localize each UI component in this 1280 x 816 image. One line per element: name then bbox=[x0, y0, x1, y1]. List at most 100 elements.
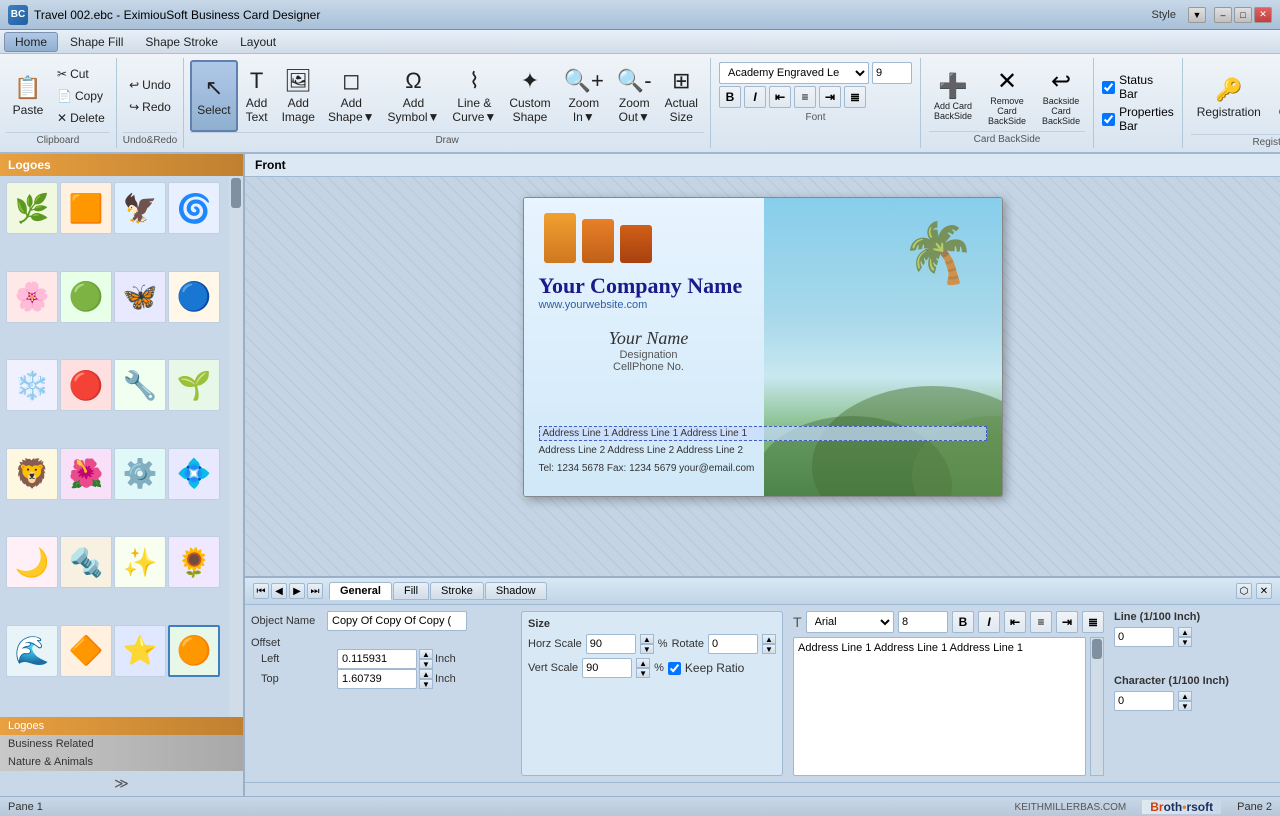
align-right-button[interactable]: ⇥ bbox=[819, 86, 841, 108]
char-up[interactable]: ▲ bbox=[1178, 691, 1192, 701]
tab-stroke[interactable]: Stroke bbox=[430, 582, 484, 600]
logo-item[interactable]: 🟠 bbox=[168, 625, 220, 677]
vert-scale-input[interactable] bbox=[582, 658, 632, 678]
panel-float-button[interactable]: ⬡ bbox=[1236, 583, 1252, 599]
rotate-down[interactable]: ▼ bbox=[762, 644, 776, 654]
top-down-arrow[interactable]: ▼ bbox=[419, 679, 433, 689]
line-up[interactable]: ▲ bbox=[1178, 627, 1192, 637]
keep-ratio-label[interactable]: Keep Ratio bbox=[668, 661, 744, 675]
line-input[interactable] bbox=[1114, 627, 1174, 647]
paste-button[interactable]: 📋 Paste bbox=[6, 60, 50, 132]
remove-card-backside-button[interactable]: ✕ Remove CardBackSide bbox=[983, 62, 1031, 131]
logo-item[interactable]: ⚙️ bbox=[114, 448, 166, 500]
text-size-input[interactable] bbox=[898, 611, 948, 633]
italic-button[interactable]: I bbox=[744, 86, 766, 108]
registration-button[interactable]: 🔑 Registration bbox=[1191, 62, 1267, 134]
add-card-backside-button[interactable]: ➕ Add CardBackSide bbox=[929, 67, 977, 126]
text-align-left-button[interactable]: ⇤ bbox=[1004, 611, 1026, 633]
logo-item[interactable]: 🔵 bbox=[168, 271, 220, 323]
tab-shadow[interactable]: Shadow bbox=[485, 582, 547, 600]
undo-button[interactable]: ↩ Undo bbox=[124, 75, 176, 95]
tab-general[interactable]: General bbox=[329, 582, 392, 600]
logo-item[interactable]: 🌱 bbox=[168, 359, 220, 411]
horz-scale-input[interactable] bbox=[586, 634, 636, 654]
horz-scale-up[interactable]: ▲ bbox=[640, 634, 654, 644]
line-down[interactable]: ▼ bbox=[1178, 637, 1192, 647]
logo-scrollbar[interactable] bbox=[229, 176, 243, 717]
expand-button[interactable]: ≫ bbox=[0, 771, 243, 796]
logo-item[interactable]: 🌀 bbox=[168, 182, 220, 234]
delete-button[interactable]: ✕ Delete bbox=[52, 108, 110, 128]
menu-shape-fill[interactable]: Shape Fill bbox=[60, 33, 133, 51]
zoom-in-button[interactable]: 🔍+ Zoom In▼ bbox=[558, 60, 610, 132]
left-down-arrow[interactable]: ▼ bbox=[419, 659, 433, 669]
cut-button[interactable]: ✂ Cut bbox=[52, 64, 110, 84]
add-symbol-button[interactable]: Ω Add Symbol▼ bbox=[382, 60, 446, 132]
minimize-button[interactable]: – bbox=[1214, 7, 1232, 23]
text-scrollbar[interactable] bbox=[1090, 637, 1104, 776]
business-category[interactable]: Business Related bbox=[0, 735, 243, 753]
bold-button[interactable]: B bbox=[719, 86, 741, 108]
text-align-justify-button[interactable]: ≣ bbox=[1082, 611, 1104, 633]
logo-item[interactable]: 🔩 bbox=[60, 536, 112, 588]
add-text-button[interactable]: T Add Text bbox=[239, 60, 275, 132]
canvas-content[interactable]: 🌴 Your Company Name www.yourwebsite.com bbox=[245, 177, 1280, 576]
close-button[interactable]: ✕ bbox=[1254, 7, 1272, 23]
font-family-dropdown[interactable]: Academy Engraved Le bbox=[719, 62, 869, 84]
business-card[interactable]: 🌴 Your Company Name www.yourwebsite.com bbox=[523, 197, 1003, 497]
canvas-tab[interactable]: Front bbox=[245, 154, 1280, 177]
text-font-dropdown[interactable]: Arial bbox=[806, 611, 894, 633]
vert-scale-up[interactable]: ▲ bbox=[636, 658, 650, 668]
vert-scale-down[interactable]: ▼ bbox=[636, 668, 650, 678]
select-button[interactable]: ↖ Select bbox=[190, 60, 237, 132]
custom-shape-button[interactable]: ✦ Custom Shape bbox=[503, 60, 556, 132]
logo-item[interactable]: 🟢 bbox=[60, 271, 112, 323]
logo-item[interactable]: 🌊 bbox=[6, 625, 58, 677]
properties-bar-checkbox[interactable] bbox=[1102, 113, 1115, 126]
char-down[interactable]: ▼ bbox=[1178, 701, 1192, 711]
tab-fill[interactable]: Fill bbox=[393, 582, 429, 600]
style-dropdown[interactable]: ▼ bbox=[1188, 7, 1206, 23]
left-up-arrow[interactable]: ▲ bbox=[419, 649, 433, 659]
zoom-out-button[interactable]: 🔍- Zoom Out▼ bbox=[611, 60, 658, 132]
rotate-up[interactable]: ▲ bbox=[762, 634, 776, 644]
logo-item[interactable]: 💠 bbox=[168, 448, 220, 500]
menu-layout[interactable]: Layout bbox=[230, 33, 286, 51]
add-image-button[interactable]: 🖼 Add Image bbox=[276, 60, 321, 132]
add-shape-button[interactable]: ◻ Add Shape▼ bbox=[322, 60, 381, 132]
logo-item[interactable]: 🟧 bbox=[60, 182, 112, 234]
logo-item[interactable]: ✨ bbox=[114, 536, 166, 588]
nav-next-button[interactable]: ▶ bbox=[289, 583, 305, 599]
maximize-button[interactable]: □ bbox=[1234, 7, 1252, 23]
menu-shape-stroke[interactable]: Shape Stroke bbox=[135, 33, 228, 51]
top-input[interactable] bbox=[337, 669, 417, 689]
logo-item[interactable]: 🔧 bbox=[114, 359, 166, 411]
backside-card-button[interactable]: ↩ BacksideCard BackSide bbox=[1037, 62, 1085, 131]
nav-last-button[interactable]: ⏭ bbox=[307, 583, 323, 599]
text-italic-button[interactable]: I bbox=[978, 611, 1000, 633]
line-curve-button[interactable]: ⌇ Line & Curve▼ bbox=[446, 60, 502, 132]
properties-bottom-scroll[interactable] bbox=[245, 782, 1280, 796]
text-align-right-button[interactable]: ⇥ bbox=[1056, 611, 1078, 633]
nav-prev-button[interactable]: ◀ bbox=[271, 583, 287, 599]
logo-item[interactable]: 🌺 bbox=[60, 448, 112, 500]
text-bold-button[interactable]: B bbox=[952, 611, 974, 633]
align-left-button[interactable]: ⇤ bbox=[769, 86, 791, 108]
redo-button[interactable]: ↪ Redo bbox=[124, 97, 176, 117]
status-bar-checkbox[interactable] bbox=[1102, 81, 1115, 94]
logo-item[interactable]: 🌿 bbox=[6, 182, 58, 234]
logo-item[interactable]: ❄️ bbox=[6, 359, 58, 411]
logo-item[interactable]: 🔶 bbox=[60, 625, 112, 677]
nature-category[interactable]: Nature & Animals bbox=[0, 753, 243, 771]
logo-item[interactable]: ⭐ bbox=[114, 625, 166, 677]
logo-item[interactable]: 🌸 bbox=[6, 271, 58, 323]
panel-close-button[interactable]: ✕ bbox=[1256, 583, 1272, 599]
logo-item[interactable]: 🦋 bbox=[114, 271, 166, 323]
align-justify-button[interactable]: ≣ bbox=[844, 86, 866, 108]
left-input[interactable] bbox=[337, 649, 417, 669]
align-center-button[interactable]: ≡ bbox=[794, 86, 816, 108]
logo-item[interactable]: 🦅 bbox=[114, 182, 166, 234]
copy-button[interactable]: 📄 Copy bbox=[52, 86, 110, 106]
logo-item[interactable]: 🦁 bbox=[6, 448, 58, 500]
logo-item[interactable]: 🌙 bbox=[6, 536, 58, 588]
